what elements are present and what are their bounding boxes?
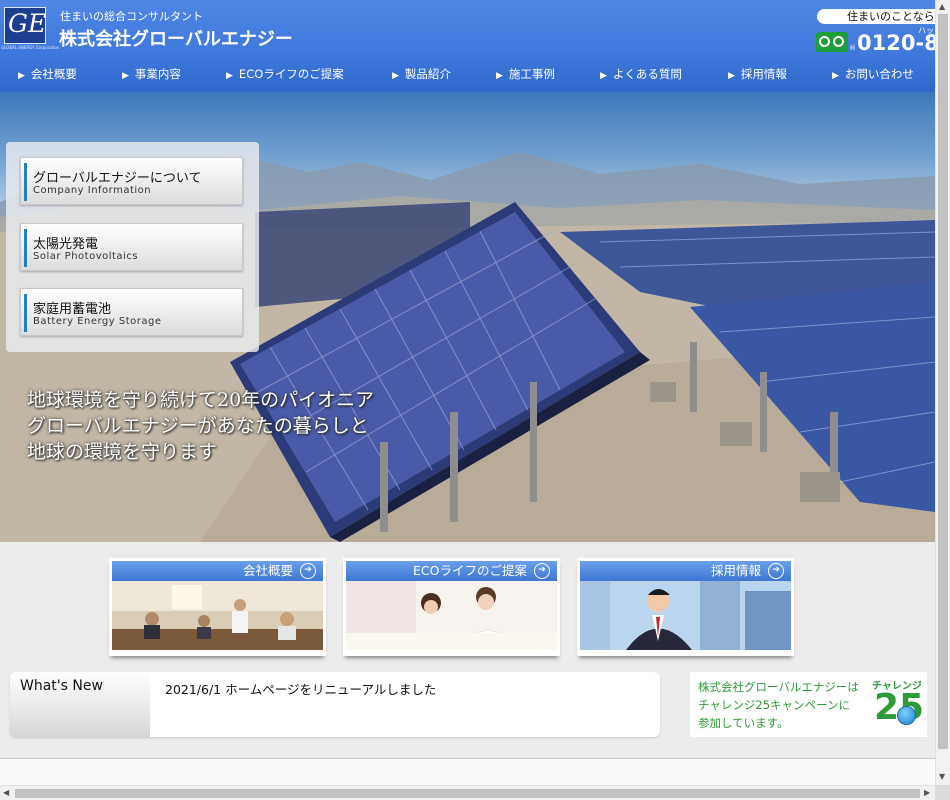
nav-business[interactable]: ▶ 事業内容 [122, 66, 181, 82]
button-accent-bar [24, 163, 27, 201]
logo-letters: GE [8, 9, 47, 38]
chevron-right-icon: ▶ [122, 71, 129, 81]
scroll-left-arrow-icon[interactable]: ◀ [3, 788, 9, 797]
freedial-icon [816, 32, 848, 52]
globe-icon [897, 706, 916, 725]
button-title: 太陽光発電 [33, 237, 99, 252]
challenge-text: 株式会社グローバルエナジーは チャレンジ25キャンペーンに 参加しています。 [698, 678, 859, 732]
chevron-right-icon: ▶ [226, 71, 233, 81]
nav-label: お問い合わせ [844, 67, 914, 81]
card-recruit[interactable]: 採用情報 ➔ [577, 558, 794, 656]
challenge-line: 株式会社グローバルエナジーは [698, 680, 859, 694]
vertical-scrollbar[interactable]: ▲ ▼ [935, 0, 950, 785]
solar-pv-button[interactable]: 太陽光発電 Solar Photovoltaics [20, 223, 243, 271]
button-title: グローバルエナジーについて [33, 171, 202, 186]
meeting-photo [112, 581, 323, 650]
nav-company-overview[interactable]: ▶ 会社概要 [18, 66, 77, 82]
businessman-illustration [580, 581, 791, 650]
nav-label: よくある質問 [612, 67, 682, 81]
button-subtitle: Company Information [33, 185, 152, 196]
scroll-down-arrow-icon[interactable]: ▼ [939, 772, 945, 781]
news-heading: What's New [20, 678, 103, 694]
family-photo [346, 581, 557, 651]
hero-catchcopy: 地球環境を守り続けて20年のパイオニア グローバルエナジーがあなたの暮らしと 地… [27, 387, 374, 465]
challenge-line: 参加しています。 [698, 716, 789, 730]
news-heading-panel: What's New [10, 672, 150, 737]
contact-pill: 住まいのことなら [817, 9, 935, 24]
nav-label: 製品紹介 [404, 67, 451, 81]
chevron-right-icon: ▶ [496, 71, 503, 81]
card-title: 採用情報 [710, 563, 761, 578]
chevron-right-icon: ▶ [600, 71, 607, 81]
company-name[interactable]: 株式会社グローバルエナジー [59, 25, 293, 51]
arrow-right-circle-icon: ➔ [534, 563, 550, 579]
businessman-photo [580, 581, 791, 650]
chevron-right-icon: ▶ [18, 71, 25, 81]
battery-storage-button[interactable]: 家庭用蓄電池 Battery Energy Storage [20, 288, 243, 336]
logo-subtext: GLOBAL ENERGY Corporation [1, 45, 60, 50]
nav-case-studies[interactable]: ▶ 施工事例 [496, 66, 555, 82]
catchcopy-line: 地球環境を守り続けて20年のパイオニア [27, 389, 375, 411]
button-title: 家庭用蓄電池 [33, 302, 112, 317]
vertical-scroll-thumb[interactable] [938, 14, 948, 749]
nav-products[interactable]: ▶ 製品紹介 [392, 66, 451, 82]
meeting-illustration [112, 581, 323, 650]
catchcopy-line: グローバルエナジーがあなたの暮らしと [27, 415, 369, 437]
card-title-bar: ECOライフのご提案 ➔ [346, 561, 557, 581]
company-logo[interactable]: GE [4, 7, 46, 44]
scroll-right-arrow-icon[interactable]: ▶ [924, 788, 930, 797]
button-accent-bar [24, 294, 27, 332]
phone-note: ハッ [918, 26, 934, 35]
site-header: GE GLOBAL ENERGY Corporation 住まいの総合コンサルタ… [0, 0, 935, 92]
nav-label: ECOライフのご提案 [238, 67, 344, 81]
nav-recruit[interactable]: ▶ 採用情報 [728, 66, 787, 82]
arrow-right-circle-icon: ➔ [300, 563, 316, 579]
button-subtitle: Battery Energy Storage [33, 316, 162, 327]
card-eco-life[interactable]: ECOライフのご提案 ➔ [343, 558, 560, 656]
card-company-overview[interactable]: 会社概要 ➔ [109, 558, 326, 656]
nav-label: 会社概要 [30, 67, 77, 81]
chevron-right-icon: ▶ [728, 71, 735, 81]
horizontal-scrollbar[interactable]: ◀ ▶ [0, 785, 935, 800]
button-subtitle: Solar Photovoltaics [33, 251, 139, 262]
card-title: ECOライフのご提案 [413, 563, 527, 578]
nav-faq[interactable]: ▶ よくある質問 [600, 66, 682, 82]
challenge25-banner[interactable]: 株式会社グローバルエナジーは チャレンジ25キャンペーンに 参加しています。 チ… [690, 672, 927, 737]
nav-label: 施工事例 [508, 67, 555, 81]
horizontal-scroll-thumb[interactable] [15, 789, 920, 798]
card-title: 会社概要 [242, 563, 293, 578]
card-title-bar: 採用情報 ➔ [580, 561, 791, 581]
card-title-bar: 会社概要 ➔ [112, 561, 323, 581]
news-item[interactable]: 2021/6/1 ホームページをリニューアルしました [165, 679, 436, 698]
global-nav: ▶ 会社概要 ▶ 事業内容 ▶ ECOライフのご提案 ▶ 製品紹介 ▶ 施工事例 ▶ よくあ… [0, 62, 935, 88]
family-illustration [346, 581, 557, 651]
about-company-button[interactable]: グローバルエナジーについて Company Information [20, 157, 243, 205]
nav-eco-life[interactable]: ▶ ECOライフのご提案 [226, 66, 344, 82]
freedial-registered-mark: ® [849, 44, 856, 52]
hero-menu-panel: グローバルエナジーについて Company Information 太陽光発電 … [6, 142, 259, 352]
nav-label: 事業内容 [134, 67, 181, 81]
challenge-line: チャレンジ25キャンペーンに [698, 698, 850, 712]
footer-area [0, 759, 935, 785]
scroll-up-arrow-icon[interactable]: ▲ [939, 2, 945, 11]
arrow-right-circle-icon: ➔ [768, 563, 784, 579]
tagline: 住まいの総合コンサルタント [60, 10, 203, 23]
whats-new-box: What's New 2021/6/1 ホームページをリニューアルしました [10, 672, 660, 737]
scrollbar-corner [935, 785, 950, 800]
chevron-right-icon: ▶ [832, 71, 839, 81]
chevron-right-icon: ▶ [392, 71, 399, 81]
nav-contact[interactable]: ▶ お問い合わせ [832, 66, 914, 82]
hero-banner: グローバルエナジーについて Company Information 太陽光発電 … [0, 92, 935, 542]
nav-label: 採用情報 [740, 67, 787, 81]
button-accent-bar [24, 229, 27, 267]
catchcopy-line: 地球の環境を守ります [27, 441, 218, 463]
